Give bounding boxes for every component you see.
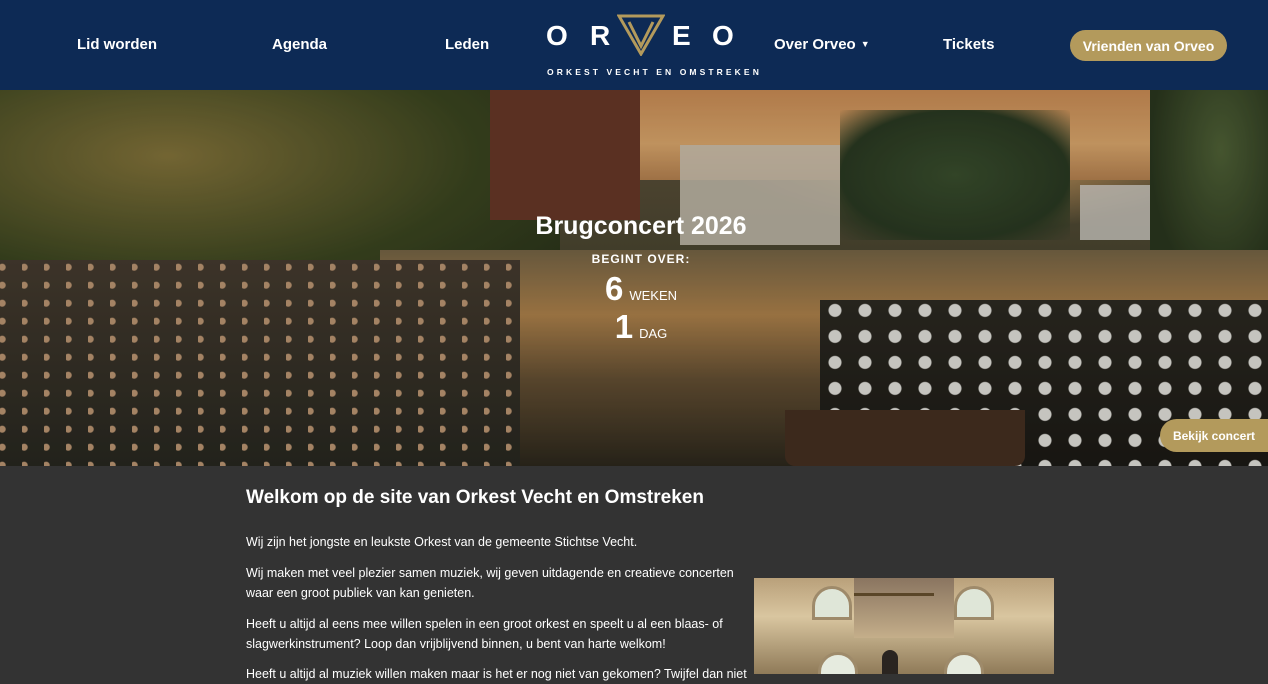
- logo-letter-e: E: [672, 20, 693, 51]
- site-header: Lid worden Agenda Leden O R E O ORKEST V…: [0, 0, 1268, 90]
- concert-title: Brugconcert 2026: [535, 212, 747, 240]
- nav-agenda[interactable]: Agenda: [272, 36, 327, 53]
- church-window: [944, 652, 984, 674]
- vrienden-van-orveo-button[interactable]: Vrienden van Orveo: [1070, 30, 1227, 61]
- intro-paragraph: Wij maken met veel plezier samen muziek,…: [246, 566, 734, 600]
- nav-lid-worden[interactable]: Lid worden: [77, 36, 157, 53]
- church-window: [954, 586, 994, 620]
- logo-letter-r: R: [590, 20, 613, 51]
- chandelier: [854, 578, 934, 596]
- nav-leden[interactable]: Leden: [445, 36, 489, 53]
- conductor-figure: [882, 650, 898, 674]
- intro-paragraph: Heeft u altijd al muziek willen maken ma…: [246, 667, 747, 681]
- logo-letter-o2: O: [712, 20, 736, 51]
- countdown-unit: WEKEN: [629, 288, 678, 303]
- nav-tickets[interactable]: Tickets: [943, 36, 994, 53]
- logo-wordmark: O R E O: [540, 14, 740, 56]
- page-title: Welkom op de site van Orkest Vecht en Om…: [246, 487, 704, 508]
- countdown-label: BEGINT OVER:: [591, 252, 691, 266]
- church-window: [818, 652, 858, 674]
- countdown-weeks: 6 WEKEN: [0, 270, 1268, 308]
- triangle-v-icon: [617, 14, 665, 56]
- caret-down-icon: ▼: [860, 39, 870, 49]
- countdown-unit: DAG: [639, 326, 668, 341]
- countdown-value: 1: [614, 308, 634, 345]
- hero-banner: Brugconcert 2026 BEGINT OVER: 6 WEKEN 1 …: [0, 90, 1268, 466]
- nav-over-orveo-label: Over Orveo: [774, 36, 856, 53]
- church-window: [812, 586, 852, 620]
- countdown-value: 6: [604, 270, 624, 307]
- logo-subtitle: ORKEST VECHT EN OMSTREKEN: [547, 67, 762, 77]
- nav-over-orveo[interactable]: Over Orveo ▼: [774, 36, 870, 53]
- countdown-days: 1 DAG: [0, 308, 1268, 346]
- orveo-logo[interactable]: O R E O ORKEST VECHT EN OMSTREKEN: [540, 14, 759, 80]
- intro-paragraph: Wij zijn het jongste en leukste Orkest v…: [246, 535, 638, 549]
- intro-paragraph: Heeft u altijd al eens mee willen spelen…: [246, 617, 723, 651]
- logo-letter-o: O: [546, 20, 570, 51]
- church-concert-photo: [754, 578, 1054, 674]
- bekijk-concert-button[interactable]: Bekijk concert: [1160, 419, 1268, 452]
